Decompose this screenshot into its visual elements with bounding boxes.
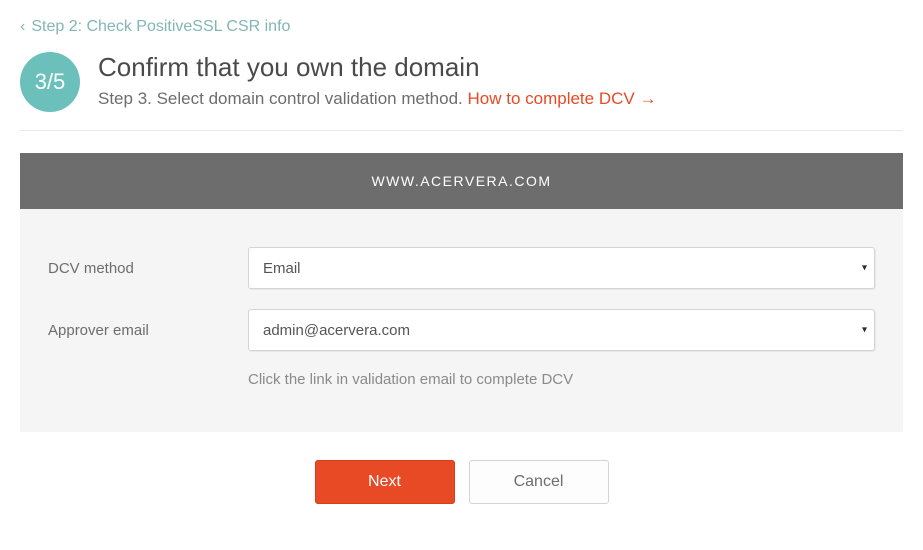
dcv-method-control: ▾ [248, 247, 875, 289]
help-link[interactable]: How to complete DCV → [468, 89, 657, 108]
subtitle-text: Step 3. Select domain control validation… [98, 89, 468, 108]
divider [20, 130, 903, 131]
approver-email-row: Approver email ▾ [48, 309, 875, 351]
dcv-method-select[interactable] [248, 247, 875, 289]
dcv-hint: Click the link in validation email to co… [248, 371, 875, 388]
page-subtitle: Step 3. Select domain control validation… [98, 89, 656, 109]
page-title: Confirm that you own the domain [98, 52, 656, 83]
approver-email-label: Approver email [48, 322, 248, 339]
back-link-label: Step 2: Check PositiveSSL CSR info [31, 18, 290, 36]
next-button[interactable]: Next [315, 460, 455, 504]
back-link[interactable]: ‹ Step 2: Check PositiveSSL CSR info [20, 0, 903, 48]
step-badge-text: 3/5 [35, 69, 66, 95]
domain-panel: WWW.ACERVERA.COM DCV method ▾ Approver e… [20, 153, 903, 432]
cancel-button[interactable]: Cancel [469, 460, 609, 504]
panel-header: WWW.ACERVERA.COM [20, 153, 903, 209]
panel-body: DCV method ▾ Approver email ▾ Click the … [20, 209, 903, 432]
dcv-method-row: DCV method ▾ [48, 247, 875, 289]
approver-email-select[interactable] [248, 309, 875, 351]
approver-email-control: ▾ [248, 309, 875, 351]
header-texts: Confirm that you own the domain Step 3. … [98, 52, 656, 109]
chevron-left-icon: ‹ [20, 18, 25, 36]
step-badge: 3/5 [20, 52, 80, 112]
page-header: 3/5 Confirm that you own the domain Step… [20, 48, 903, 130]
actions: Next Cancel [20, 432, 903, 532]
dcv-method-label: DCV method [48, 260, 248, 277]
